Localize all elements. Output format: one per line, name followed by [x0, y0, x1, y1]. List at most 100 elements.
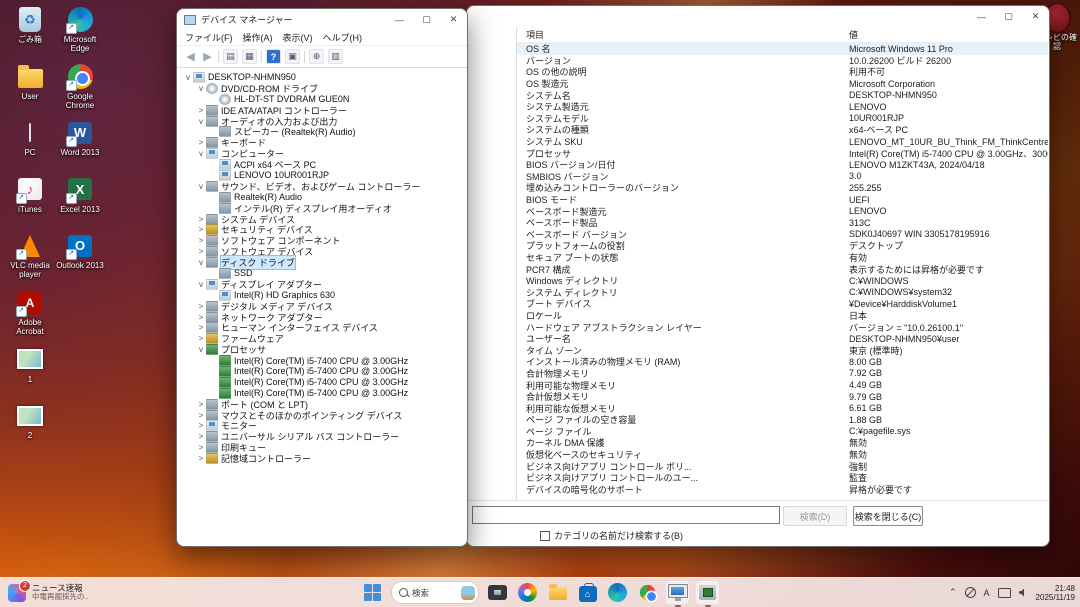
search-input[interactable] — [472, 506, 780, 524]
tree-item[interactable]: Intel(R) Core(TM) i5-7400 CPU @ 3.00GHz — [177, 366, 467, 377]
chevron-right-icon[interactable]: > — [196, 247, 206, 256]
tree-item[interactable]: vコンピューター — [177, 148, 467, 159]
chevron-down-icon[interactable]: v — [196, 345, 206, 354]
close-search-button[interactable]: 検索を閉じる(C) — [853, 506, 923, 526]
file-explorer-button[interactable] — [546, 581, 569, 604]
chevron-down-icon[interactable]: v — [196, 149, 206, 158]
desktop-icon-pc[interactable]: PC — [4, 119, 56, 157]
table-row[interactable]: OS の他の説明利用不可 — [517, 66, 1048, 78]
properties-icon[interactable]: ▦ — [242, 49, 257, 64]
maximize-button[interactable]: ▢ — [413, 9, 440, 30]
microsoft-store-button[interactable]: ⌂ — [576, 581, 599, 604]
table-row[interactable]: OS 製造元Microsoft Corporation — [517, 78, 1048, 90]
table-row[interactable]: インストール済みの物理メモリ (RAM)8.00 GB — [517, 356, 1048, 368]
tree-item[interactable]: vDVD/CD-ROM ドライブ — [177, 83, 467, 94]
table-row[interactable]: OS 名Microsoft Windows 11 Pro — [517, 43, 1048, 55]
close-button[interactable]: ✕ — [1022, 6, 1049, 27]
table-row[interactable]: セキュア ブートの状態有効 — [517, 252, 1048, 264]
chevron-right-icon[interactable]: > — [196, 313, 206, 322]
desktop-icon-user[interactable]: User — [4, 63, 56, 101]
console-tree-icon[interactable]: ▤ — [223, 49, 238, 64]
tree-item[interactable]: vサウンド、ビデオ、およびゲーム コントローラー — [177, 181, 467, 192]
chrome-button[interactable] — [636, 581, 659, 604]
table-row[interactable]: ページ ファイルC:¥pagefile.sys — [517, 426, 1048, 438]
edge-button[interactable] — [606, 581, 629, 604]
location-off-icon[interactable] — [965, 587, 976, 598]
ime-indicator[interactable]: A — [984, 588, 990, 598]
column-header-item[interactable]: 項目 — [526, 28, 849, 41]
chevron-right-icon[interactable]: > — [196, 400, 206, 409]
desktop-icon--[interactable]: ♻ごみ箱 — [4, 6, 56, 44]
hidden-icons-chevron-icon[interactable]: ⌃ — [949, 587, 957, 598]
table-row[interactable]: システム ディレクトリC:¥WINDOWS¥system32 — [517, 286, 1048, 298]
chevron-down-icon[interactable]: v — [196, 117, 206, 126]
chevron-right-icon[interactable]: > — [196, 215, 206, 224]
table-row[interactable]: システム名DESKTOP-NHMN950 — [517, 89, 1048, 101]
table-row[interactable]: 合計物理メモリ7.92 GB — [517, 368, 1048, 380]
chevron-right-icon[interactable]: > — [196, 421, 206, 430]
chevron-right-icon[interactable]: > — [196, 454, 206, 463]
table-row[interactable]: バージョン10.0.26200 ビルド 26200 — [517, 55, 1048, 67]
desktop-icon-word-2013[interactable]: W↗Word 2013 — [54, 119, 106, 157]
menu-action[interactable]: 操作(A) — [238, 30, 278, 45]
tree-item[interactable]: Intel(R) Core(TM) i5-7400 CPU @ 3.00GHz — [177, 377, 467, 388]
table-row[interactable]: 利用可能な仮想メモリ6.61 GB — [517, 402, 1048, 414]
close-button[interactable]: ✕ — [440, 9, 467, 30]
desktop-icon-2[interactable]: 2 — [4, 402, 56, 440]
taskbar-search-box[interactable]: 検索 — [391, 581, 479, 604]
device-manager-titlebar[interactable]: デバイス マネージャー — ▢ ✕ — [177, 9, 467, 30]
desktop-icon-vlc-media-player[interactable]: ↗VLC media player — [4, 232, 56, 279]
table-row[interactable]: 合計仮想メモリ9.79 GB — [517, 391, 1048, 403]
table-row[interactable]: ブート デバイス¥Device¥HarddiskVolume1 — [517, 298, 1048, 310]
chevron-right-icon[interactable]: > — [196, 302, 206, 311]
menu-help[interactable]: ヘルプ(H) — [318, 30, 368, 45]
table-row[interactable]: カーネル DMA 保護無効 — [517, 437, 1048, 449]
tree-item[interactable]: vディスク ドライブ — [177, 257, 467, 268]
system-information-nav-panel[interactable] — [467, 27, 517, 546]
clock[interactable]: 21:48 2025/11/19 — [1036, 584, 1075, 602]
chevron-right-icon[interactable]: > — [196, 334, 206, 343]
tree-item[interactable]: vプロセッサ — [177, 344, 467, 355]
table-row[interactable]: システム製造元LENOVO — [517, 101, 1048, 113]
chevron-down-icon[interactable]: v — [196, 84, 206, 93]
desktop-icon-adobe-acrobat[interactable]: A↗Adobe Acrobat — [4, 289, 56, 336]
back-arrow-icon[interactable]: ◀ — [184, 50, 197, 63]
desktop-icon-itunes[interactable]: ♪↗iTunes — [4, 176, 56, 214]
chevron-right-icon[interactable]: > — [196, 323, 206, 332]
chevron-right-icon[interactable]: > — [196, 138, 206, 147]
table-row[interactable]: ビジネス向けアプリ コントロールのユー...監査 — [517, 472, 1048, 484]
desktop-icon-outlook-2013[interactable]: O↗Outlook 2013 — [54, 232, 106, 270]
chevron-right-icon[interactable]: > — [196, 432, 206, 441]
table-row[interactable]: Windows ディレクトリC:¥WINDOWS — [517, 275, 1048, 287]
table-row[interactable]: ベースボード バージョンSDK0J40697 WIN 3305178195916 — [517, 229, 1048, 241]
table-row[interactable]: BIOS バージョン/日付LENOVO M1ZKT43A, 2024/04/18 — [517, 159, 1048, 171]
chevron-right-icon[interactable]: > — [196, 236, 206, 245]
table-row[interactable]: ハードウェア アブストラクション レイヤーバージョン = "10.0.26100… — [517, 321, 1048, 333]
table-row[interactable]: ベースボード製品313C — [517, 217, 1048, 229]
system-information-titlebar[interactable]: — ▢ ✕ — [467, 6, 1049, 27]
table-row[interactable]: 埋め込みコントローラーのバージョン255.255 — [517, 182, 1048, 194]
desktop-icon-google-chrome[interactable]: ↗Google Chrome — [54, 63, 106, 110]
chevron-right-icon[interactable]: > — [196, 411, 206, 420]
minimize-button[interactable]: — — [968, 6, 995, 27]
chevron-down-icon[interactable]: v — [196, 182, 206, 191]
device-manager-button[interactable] — [696, 581, 719, 604]
minimize-button[interactable]: — — [386, 9, 413, 30]
category-only-checkbox[interactable] — [540, 531, 550, 541]
tree-item[interactable]: vディスプレイ アダプター — [177, 279, 467, 290]
table-row[interactable]: 仮想化ベースのセキュリティ無効 — [517, 449, 1048, 461]
tree-item[interactable]: ACPI x64 ベース PC — [177, 159, 467, 170]
table-row[interactable]: タイム ゾーン東京 (標準時) — [517, 344, 1048, 356]
help-icon[interactable]: ? — [266, 49, 281, 64]
tree-item[interactable]: Intel(R) Core(TM) i5-7400 CPU @ 3.00GHz — [177, 355, 467, 366]
table-row[interactable]: システムモデル10UR001RJP — [517, 113, 1048, 125]
update-driver-icon[interactable]: ▥ — [328, 49, 343, 64]
table-header[interactable]: 項目 値 — [517, 27, 1048, 43]
table-row[interactable]: プロセッサIntel(R) Core(TM) i5-7400 CPU @ 3.0… — [517, 147, 1048, 159]
desktop-icon-excel-2013[interactable]: X↗Excel 2013 — [54, 176, 106, 214]
menu-file[interactable]: ファイル(F) — [180, 30, 238, 45]
table-row[interactable]: プラットフォームの役割デスクトップ — [517, 240, 1048, 252]
system-information-button[interactable] — [666, 581, 689, 604]
table-row[interactable]: システムの種類x64-ベース PC — [517, 124, 1048, 136]
chevron-down-icon[interactable]: v — [183, 73, 193, 82]
